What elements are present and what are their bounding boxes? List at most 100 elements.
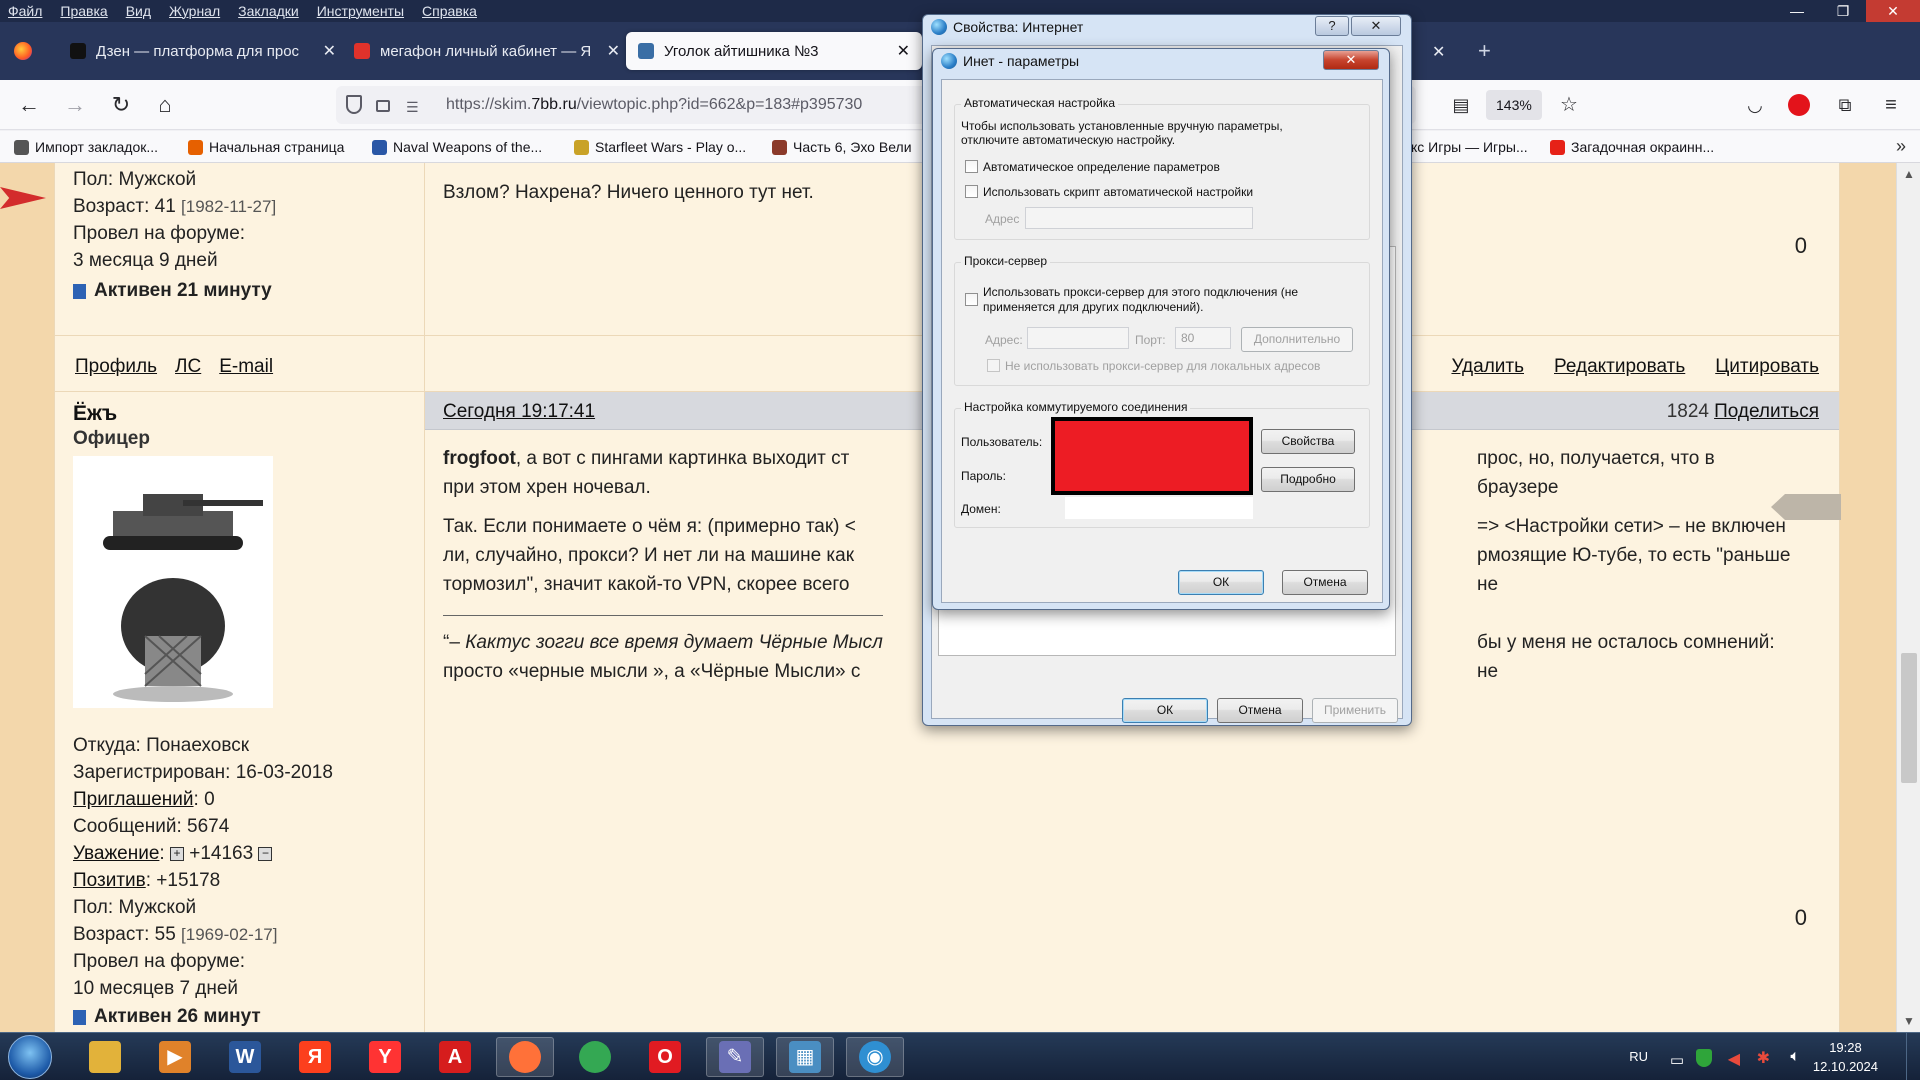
cancel-button[interactable]: Отмена: [1217, 698, 1303, 723]
antivirus-icon[interactable]: [1696, 1049, 1712, 1067]
script-address-input[interactable]: [1025, 207, 1253, 229]
taskbar-app-button[interactable]: ✎: [706, 1037, 764, 1077]
use-proxy-checkbox[interactable]: [965, 293, 978, 306]
taskbar-app-button[interactable]: A: [426, 1037, 484, 1077]
shield-icon[interactable]: [346, 95, 362, 114]
bookmark-item[interactable]: Naval Weapons of the...: [372, 139, 542, 155]
minimize-button[interactable]: —: [1774, 0, 1820, 22]
email-link[interactable]: E-mail: [219, 356, 273, 378]
scrollbar-thumb[interactable]: [1901, 653, 1917, 783]
tab-close-icon[interactable]: ✕: [323, 41, 336, 61]
bookmark-item[interactable]: Часть 6, Эхо Вели: [772, 139, 912, 155]
browser-tab[interactable]: Дзен — платформа для прос ✕: [58, 32, 348, 70]
lock-icon[interactable]: [376, 100, 390, 112]
edit-link[interactable]: Редактировать: [1554, 356, 1685, 378]
respect-minus-icon[interactable]: −: [258, 846, 273, 861]
taskbar-app-button[interactable]: [76, 1037, 134, 1077]
bookmark-item[interactable]: Импорт закладок...: [14, 139, 158, 155]
maximize-button[interactable]: ❐: [1820, 0, 1866, 22]
menu-item[interactable]: Файл: [8, 3, 42, 19]
bookmark-item[interactable]: Загадочная окраинн...: [1550, 139, 1714, 155]
browser-tab[interactable]: Уголок айтишника №3 ✕: [626, 32, 922, 70]
apply-button[interactable]: Применить: [1312, 698, 1398, 723]
app-menu-icon[interactable]: ≡: [1878, 92, 1904, 118]
forward-icon[interactable]: →: [62, 92, 88, 118]
ok-button[interactable]: ОК: [1122, 698, 1208, 723]
taskbar-app-button[interactable]: ◉: [846, 1037, 904, 1077]
menu-item[interactable]: Справка: [422, 3, 477, 19]
home-icon[interactable]: ⌂: [152, 92, 178, 118]
profile-link[interactable]: Профиль: [75, 356, 157, 378]
menu-item[interactable]: Вид: [126, 3, 151, 19]
delete-link[interactable]: Удалить: [1451, 356, 1524, 378]
cancel-button[interactable]: Отмена: [1282, 570, 1368, 595]
taskbar-app-button[interactable]: W: [216, 1037, 274, 1077]
speaker-mute-icon[interactable]: ◀: [1728, 1049, 1740, 1069]
taskbar-app-button[interactable]: ▦: [776, 1037, 834, 1077]
taskbar-app-button[interactable]: O: [636, 1037, 694, 1077]
taskbar-app-button[interactable]: [496, 1037, 554, 1077]
bypass-local-checkbox[interactable]: [987, 359, 1000, 372]
reload-icon[interactable]: ↻: [108, 92, 134, 118]
auto-detect-checkbox[interactable]: [965, 160, 978, 173]
bypass-local-label[interactable]: Не использовать прокси-сервер для локаль…: [1005, 359, 1320, 373]
taskbar-app-button[interactable]: Я: [286, 1037, 344, 1077]
auto-detect-label[interactable]: Автоматическое определение параметров: [983, 160, 1220, 174]
advanced-button[interactable]: Дополнительно: [1241, 327, 1353, 352]
permissions-icon[interactable]: ☰: [406, 99, 419, 116]
quote-link[interactable]: Цитировать: [1715, 356, 1819, 378]
pm-link[interactable]: ЛС: [175, 356, 201, 378]
tab-close-icon[interactable]: ✕: [897, 41, 910, 61]
tab-close-icon[interactable]: ✕: [607, 41, 620, 61]
bookmarks-overflow-icon[interactable]: »: [1896, 136, 1906, 157]
proxy-address-input[interactable]: [1027, 327, 1129, 349]
menu-item[interactable]: Журнал: [169, 3, 220, 19]
reader-view-icon[interactable]: ▤: [1448, 92, 1474, 118]
show-desktop-button[interactable]: [1906, 1033, 1920, 1080]
start-button[interactable]: [8, 1035, 52, 1079]
zoom-level[interactable]: 143%: [1486, 90, 1542, 120]
taskbar-app-button[interactable]: [566, 1037, 624, 1077]
menu-item[interactable]: Инструменты: [317, 3, 404, 19]
auto-script-label[interactable]: Использовать скрипт автоматической настр…: [983, 185, 1253, 199]
network-icon[interactable]: ▭: [1670, 1051, 1684, 1069]
details-button[interactable]: Подробно: [1261, 467, 1355, 492]
auto-script-checkbox[interactable]: [965, 185, 978, 198]
bookmark-star-icon[interactable]: ☆: [1556, 92, 1582, 118]
back-icon[interactable]: ←: [16, 92, 42, 118]
close-window-button[interactable]: ✕: [1866, 0, 1920, 22]
tab-close-icon[interactable]: ✕: [1432, 42, 1445, 62]
use-proxy-label[interactable]: применяется для других подключений).: [983, 300, 1204, 314]
volume-icon[interactable]: 🔈︎: [1790, 1048, 1800, 1066]
dialog-close-button[interactable]: ✕: [1323, 50, 1379, 70]
proxy-port-input[interactable]: 80: [1175, 327, 1231, 349]
invites-link[interactable]: Приглашений: [73, 789, 194, 810]
respect-plus-icon[interactable]: +: [169, 846, 184, 861]
help-button[interactable]: ?: [1315, 16, 1349, 36]
properties-button[interactable]: Свойства: [1261, 429, 1355, 454]
menu-item[interactable]: Закладки: [238, 3, 299, 19]
domain-input[interactable]: [1065, 497, 1253, 519]
share-link[interactable]: Поделиться: [1714, 401, 1819, 423]
author-name[interactable]: Ёжъ: [73, 402, 117, 426]
use-proxy-label[interactable]: Использовать прокси-сервер для этого под…: [983, 285, 1298, 299]
page-scrollbar[interactable]: ▲ ▼: [1896, 163, 1920, 1032]
taskbar-app-button[interactable]: Y: [356, 1037, 414, 1077]
menu-item[interactable]: Правка: [60, 3, 107, 19]
respect-link[interactable]: Уважение: [73, 840, 159, 867]
new-tab-button[interactable]: +: [1478, 38, 1491, 64]
post-date-link[interactable]: Сегодня 19:17:41: [443, 401, 595, 423]
system-clock[interactable]: 19:28 12.10.2024: [1813, 1038, 1878, 1076]
taskbar-app-button[interactable]: ▶: [146, 1037, 204, 1077]
pocket-icon[interactable]: ◡: [1742, 92, 1768, 118]
bookmark-item[interactable]: Начальная страница: [188, 139, 344, 155]
bookmark-item[interactable]: Starfleet Wars - Play o...: [574, 139, 746, 155]
adblock-icon[interactable]: [1788, 94, 1810, 116]
language-indicator[interactable]: RU: [1629, 1049, 1648, 1064]
browser-tab[interactable]: мегафон личный кабинет — Я ✕: [342, 32, 632, 70]
firefox-menu-icon[interactable]: [14, 42, 32, 60]
dialog-close-button[interactable]: ✕: [1351, 16, 1401, 36]
positive-link[interactable]: Позитив: [73, 870, 146, 891]
scroll-up-icon[interactable]: ▲: [1903, 167, 1915, 181]
tray-app-icon[interactable]: ✱: [1757, 1048, 1770, 1068]
